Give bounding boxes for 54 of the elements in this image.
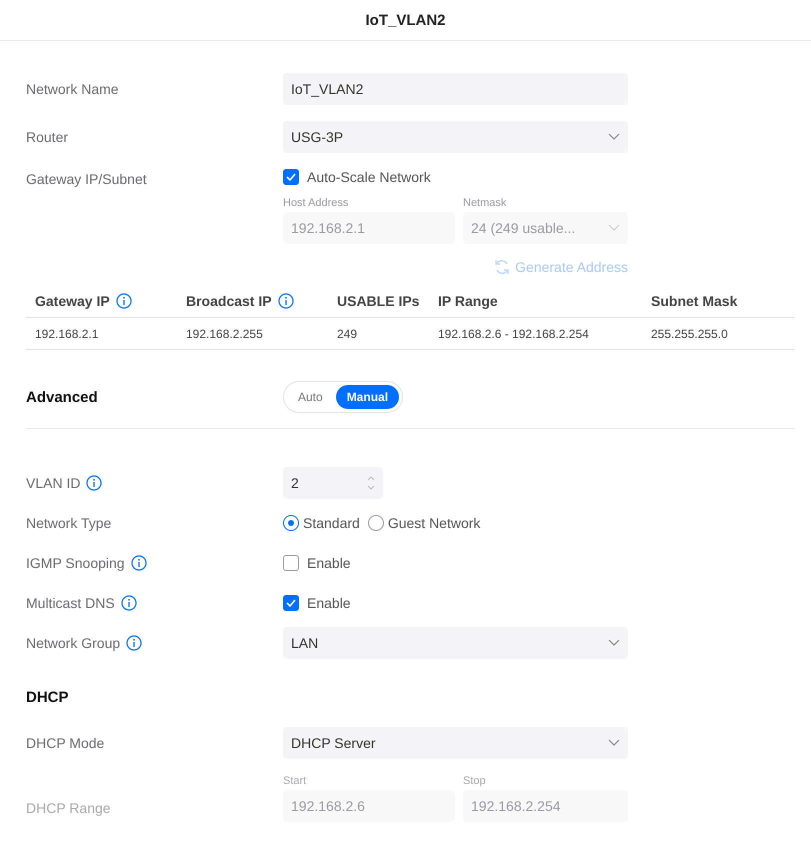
table-cell: 192.168.2.6 - 192.168.2.254 bbox=[429, 318, 642, 350]
radio-button[interactable] bbox=[368, 515, 384, 531]
input-field[interactable]: 192.168.2.6 bbox=[283, 790, 455, 822]
column-heading: IP Range bbox=[438, 292, 498, 308]
chevron-down-icon bbox=[608, 133, 620, 141]
column-heading: Broadcast IP bbox=[186, 292, 272, 308]
stepper-icon bbox=[367, 474, 375, 492]
radio-label: Standard bbox=[303, 515, 360, 531]
field-label: Netmask bbox=[463, 197, 508, 209]
field-label: IGMP Snooping bbox=[26, 555, 125, 571]
field-label: Router bbox=[26, 129, 68, 145]
field-label: Multicast DNS bbox=[26, 595, 115, 611]
field-label: Gateway IP/Subnet bbox=[26, 171, 147, 187]
column-heading: Subnet Mask bbox=[651, 292, 738, 308]
table-cell: 249 bbox=[328, 318, 429, 350]
field-label: Start bbox=[283, 775, 308, 787]
table-cell: 255.255.255.0 bbox=[642, 318, 795, 350]
checkbox-label: Enable bbox=[307, 555, 351, 571]
field-label: Stop bbox=[463, 775, 487, 787]
chevron-down-icon bbox=[608, 224, 620, 232]
checkbox[interactable] bbox=[283, 595, 299, 611]
checkbox[interactable] bbox=[283, 169, 299, 185]
field-label: Network Name bbox=[26, 81, 119, 97]
refresh-icon bbox=[493, 258, 512, 276]
radio-button[interactable] bbox=[283, 515, 299, 531]
checkmark-icon bbox=[286, 599, 296, 607]
field-label: DHCP Mode bbox=[26, 735, 104, 751]
section-title: DHCP bbox=[26, 688, 69, 706]
chevron-down-icon bbox=[608, 739, 620, 747]
input-field[interactable]: 192.168.2.254 bbox=[463, 790, 628, 822]
field-label: VLAN ID bbox=[26, 475, 80, 491]
field-label: Host Address bbox=[283, 197, 350, 209]
field-label: Network Type bbox=[26, 515, 112, 531]
checkbox-label: Enable bbox=[307, 595, 351, 611]
window-title: IoT_VLAN2 bbox=[365, 12, 446, 28]
column-heading: USABLE IPs bbox=[337, 292, 420, 308]
mode-tab[interactable]: Manual bbox=[336, 385, 400, 409]
column-heading: Gateway IP bbox=[35, 292, 110, 308]
select-field[interactable]: LAN bbox=[283, 627, 628, 659]
checkbox[interactable] bbox=[283, 555, 299, 571]
input-field[interactable]: IoT_VLAN2 bbox=[283, 73, 628, 105]
field-label: DHCP Range bbox=[26, 800, 111, 816]
mode-tab[interactable]: Auto bbox=[287, 385, 334, 409]
chevron-down-icon bbox=[608, 639, 620, 647]
radio-label: Guest Network bbox=[388, 515, 480, 531]
select-field[interactable]: DHCP Server bbox=[283, 727, 628, 759]
table-cell: 192.168.2.1 bbox=[26, 318, 177, 350]
select-field[interactable]: USG-3P bbox=[283, 121, 628, 153]
checkmark-icon bbox=[286, 173, 296, 181]
section-title: Advanced bbox=[26, 388, 98, 406]
number-field[interactable]: 2 bbox=[283, 467, 383, 499]
checkbox-label: Auto-Scale Network bbox=[307, 169, 431, 185]
table-cell: 192.168.2.255 bbox=[177, 318, 328, 350]
field-label: Network Group bbox=[26, 635, 120, 651]
